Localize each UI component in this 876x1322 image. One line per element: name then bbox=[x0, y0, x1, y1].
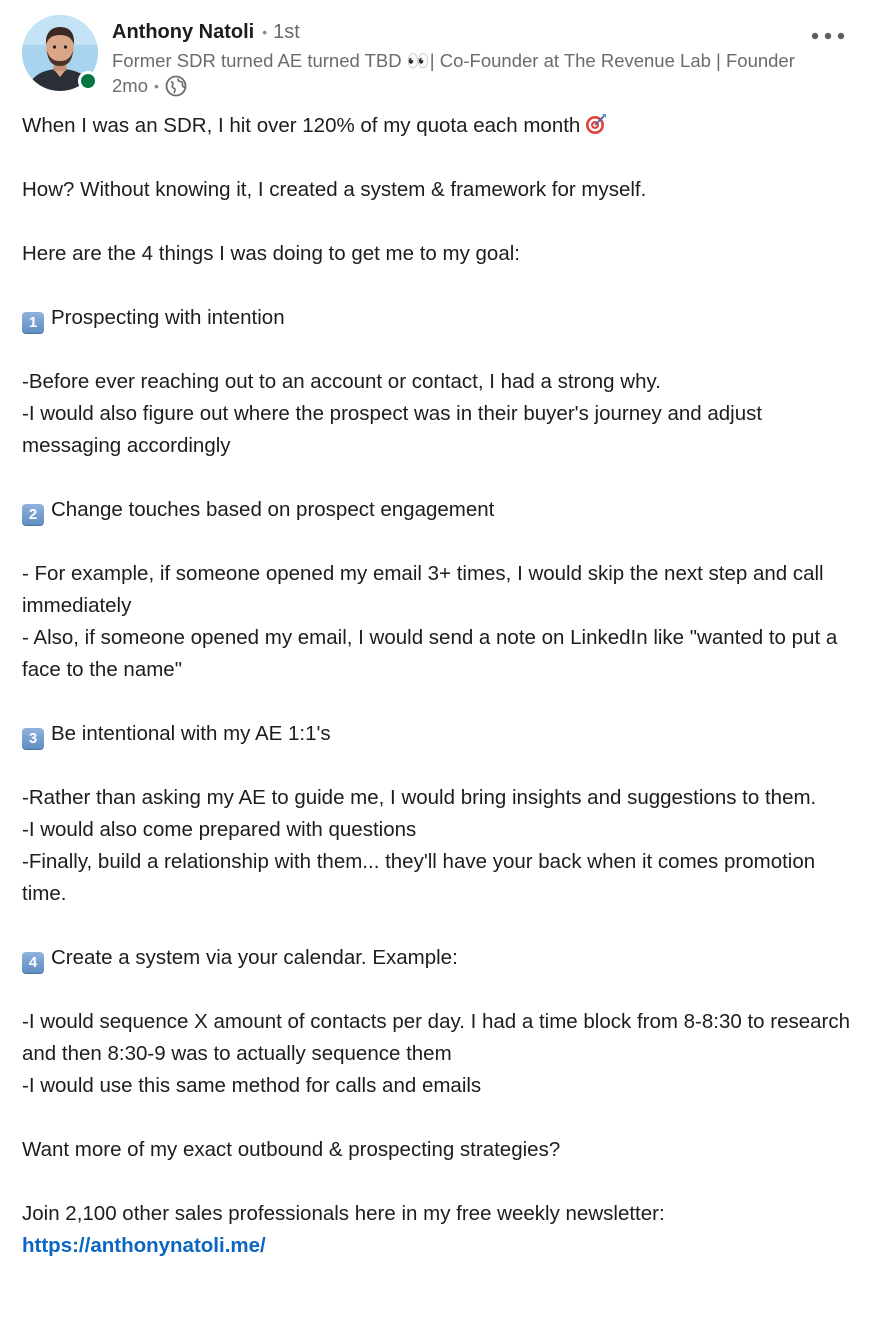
online-status-indicator bbox=[78, 71, 98, 91]
section-3-line-2: -I would also come prepared with questio… bbox=[22, 818, 417, 841]
keycap-4-icon: 4 bbox=[22, 952, 44, 974]
section-4-line-1: -I would sequence X amount of contacts p… bbox=[22, 1010, 851, 1065]
section-4-line-2: -I would use this same method for calls … bbox=[22, 1074, 482, 1097]
post-age[interactable]: 2mo bbox=[112, 75, 148, 97]
ellipsis-icon bbox=[811, 32, 845, 40]
connection-degree: 1st bbox=[273, 20, 300, 43]
keycap-1-icon: 1 bbox=[22, 312, 44, 334]
author-name[interactable]: Anthony Natoli bbox=[112, 21, 254, 44]
section-1-line-2: -I would also figure out where the prosp… bbox=[22, 402, 763, 457]
cta-link-line: https://anthonynatoli.me/ bbox=[22, 1230, 857, 1262]
post-intro: When I was an SDR, I hit over 120% of my… bbox=[22, 110, 857, 142]
section-4-title: 4 Create a system via your calendar. Exam… bbox=[22, 942, 857, 974]
cta-question: Want more of my exact outbound & prospec… bbox=[22, 1138, 561, 1161]
post-how: How? Without knowing it, I created a sys… bbox=[22, 178, 647, 201]
section-title-text: Change touches based on prospect engagem… bbox=[51, 498, 495, 521]
keycap-2-icon: 2 bbox=[22, 504, 44, 526]
target-icon bbox=[584, 112, 608, 136]
section-2-line-1: - For example, if someone opened my emai… bbox=[22, 562, 824, 617]
post-header: Anthony Natoli • 1st Former SDR turned A… bbox=[22, 14, 862, 98]
section-3-line-1: -Rather than asking my AE to guide me, I… bbox=[22, 786, 817, 809]
section-3-title: 3 Be intentional with my AE 1:1's bbox=[22, 718, 857, 750]
separator-dot: • bbox=[154, 78, 159, 94]
section-3-line-3: -Finally, build a relationship with them… bbox=[22, 850, 816, 905]
section-title-text: Be intentional with my AE 1:1's bbox=[51, 722, 331, 745]
section-2-title: 2 Change touches based on prospect engage… bbox=[22, 494, 857, 526]
more-options-button[interactable] bbox=[808, 22, 848, 50]
keycap-3-icon: 3 bbox=[22, 728, 44, 750]
section-1-line-1: -Before ever reaching out to an account … bbox=[22, 370, 661, 393]
intro-text: When I was an SDR, I hit over 120% of my… bbox=[22, 114, 581, 137]
author-avatar[interactable] bbox=[22, 15, 98, 91]
author-headline[interactable]: Former SDR turned AE turned TBD 👀| Co-Fo… bbox=[112, 48, 802, 74]
section-1-title: 1 Prospecting with intention bbox=[22, 302, 857, 334]
section-2-line-2: - Also, if someone opened my email, I wo… bbox=[22, 626, 838, 681]
feed-post: Anthony Natoli • 1st Former SDR turned A… bbox=[0, 0, 876, 1322]
post-body: When I was an SDR, I hit over 120% of my… bbox=[22, 110, 857, 1262]
section-title-text: Prospecting with intention bbox=[51, 306, 285, 329]
globe-icon bbox=[165, 75, 187, 97]
newsletter-link[interactable]: https://anthonynatoli.me/ bbox=[22, 1234, 266, 1257]
separator-dot: • bbox=[262, 24, 268, 40]
author-line: Anthony Natoli • 1st bbox=[112, 18, 300, 46]
section-title-text: Create a system via your calendar. Examp… bbox=[51, 946, 458, 969]
post-meta: 2mo • bbox=[112, 73, 187, 99]
post-lead-in: Here are the 4 things I was doing to get… bbox=[22, 242, 520, 265]
cta-text: Join 2,100 other sales professionals her… bbox=[22, 1202, 665, 1225]
